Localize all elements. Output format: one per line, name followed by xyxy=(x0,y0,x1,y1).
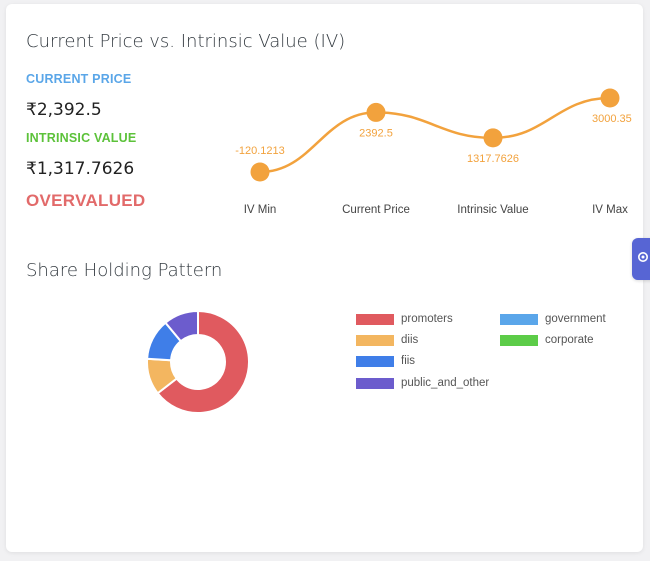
share-holding-donut-chart xyxy=(146,309,250,414)
intrinsic-value-value: ₹1,317.7626 xyxy=(26,159,135,179)
legend-item-promoters[interactable]: promoters xyxy=(356,312,453,326)
legend-label: corporate xyxy=(545,334,594,346)
legend-item-fiis[interactable]: fiis xyxy=(356,354,415,368)
valuation-line-chart: -120.1213 IV Min 2392.5 Current Price 1317.7… xyxy=(235,88,632,216)
valuation-title: Current Price vs. Intrinsic Value (IV) xyxy=(26,31,346,52)
line-point[interactable] xyxy=(600,88,620,108)
line-point[interactable] xyxy=(366,102,386,122)
legend-label: public_and_other xyxy=(401,377,490,389)
intrinsic-value-label: INTRINSIC VALUE xyxy=(26,131,137,145)
data-label: -120.1213 xyxy=(235,145,285,157)
legend-swatch xyxy=(356,313,394,325)
data-label: 1317.7626 xyxy=(467,153,519,165)
legend-swatch xyxy=(356,334,394,346)
share-holding-title: Share Holding Pattern xyxy=(26,260,223,281)
legend-label: diis xyxy=(401,334,419,346)
line-point[interactable] xyxy=(483,128,503,148)
data-label: 2392.5 xyxy=(359,127,393,139)
legend-label: promoters xyxy=(401,313,453,325)
legend-label: fiis xyxy=(401,355,416,367)
current-price-value: ₹2,392.5 xyxy=(26,100,102,120)
legend-item-government[interactable]: government xyxy=(500,312,606,326)
legend-item-diis[interactable]: diis xyxy=(356,333,418,347)
x-tick-label: Intrinsic Value xyxy=(457,204,528,216)
valuation-verdict: OVERVALUED xyxy=(26,191,146,210)
settings-side-tab[interactable] xyxy=(632,238,650,280)
line-series xyxy=(259,96,611,174)
legend-item-public_and_other[interactable]: public_and_other xyxy=(356,376,489,390)
valuation-card: Current Price vs. Intrinsic Value (IV) C… xyxy=(6,4,643,552)
gear-icon xyxy=(636,250,650,269)
line-point[interactable] xyxy=(250,162,270,182)
x-tick-label: IV Max xyxy=(592,204,628,216)
legend-swatch xyxy=(356,355,394,367)
share-holding-legend: promoters government diis corporate fiis publ… xyxy=(356,312,626,402)
x-tick-label: IV Min xyxy=(244,204,277,216)
current-price-label: CURRENT PRICE xyxy=(26,72,132,86)
legend-swatch xyxy=(500,334,538,346)
x-tick-label: Current Price xyxy=(342,204,410,216)
legend-label: government xyxy=(545,313,606,325)
data-label: 3000.35 xyxy=(592,113,632,125)
legend-item-corporate[interactable]: corporate xyxy=(500,333,594,347)
legend-swatch xyxy=(500,313,538,325)
legend-swatch xyxy=(356,377,394,389)
